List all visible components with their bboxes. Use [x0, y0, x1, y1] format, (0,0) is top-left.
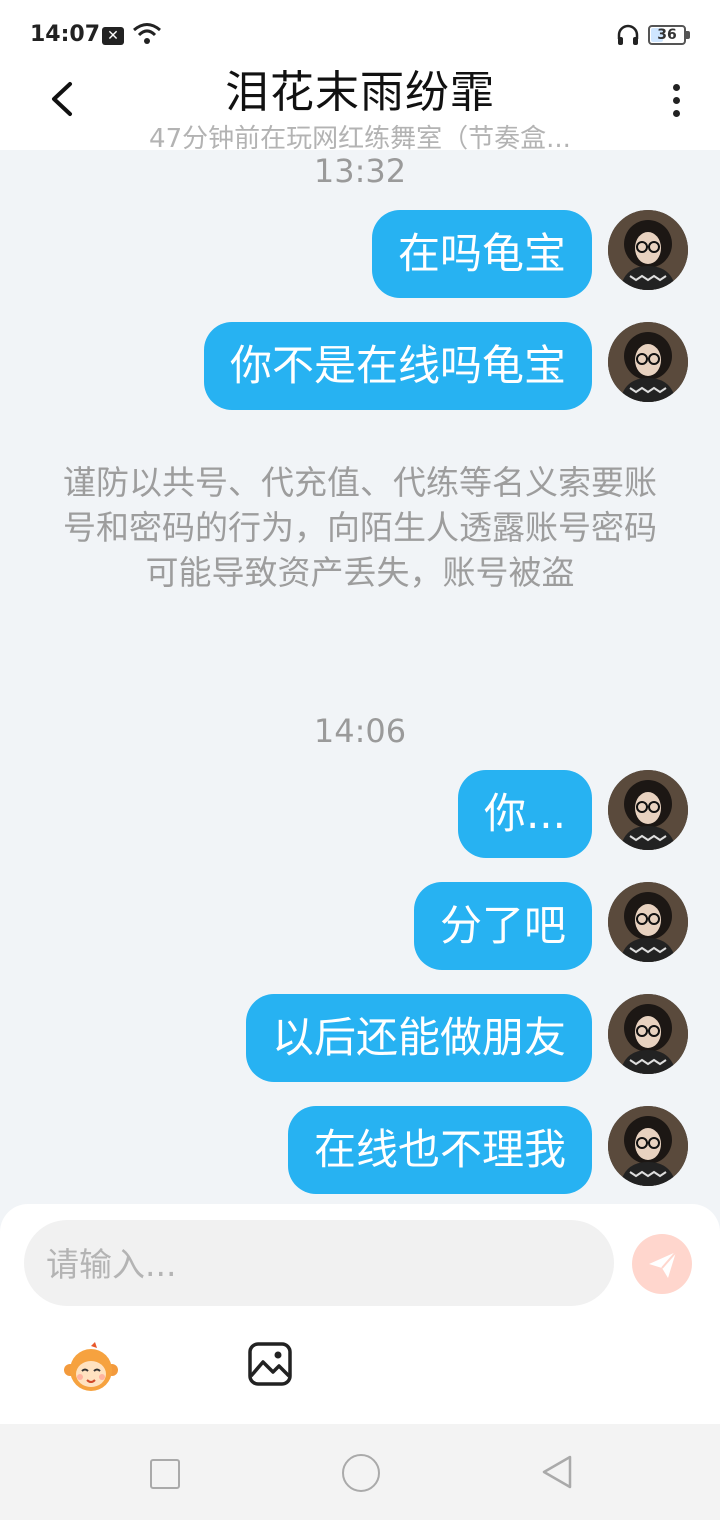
- avatar[interactable]: [608, 1106, 688, 1186]
- recent-apps-button[interactable]: [150, 1459, 180, 1489]
- avatar[interactable]: [608, 882, 688, 962]
- avatar-image: [608, 322, 688, 402]
- avatar-image: [608, 882, 688, 962]
- battery-tip: [686, 31, 690, 39]
- sent-message-bubble[interactable]: 在吗龟宝: [371, 210, 592, 298]
- image-icon: [248, 1342, 292, 1386]
- emoji-button[interactable]: [62, 1340, 120, 1398]
- system-nav-bar: [0, 1424, 720, 1520]
- sent-message-bubble[interactable]: 分了吧: [413, 882, 592, 970]
- avatar[interactable]: [608, 994, 688, 1074]
- message-timestamp: 14:06: [313, 712, 407, 750]
- battery-level: 36: [657, 27, 677, 43]
- page-title: 泪花末雨纷霏: [225, 67, 495, 118]
- avatar-image: [608, 210, 688, 290]
- composer: [0, 1204, 720, 1424]
- x-badge-icon: ✕: [102, 27, 124, 45]
- sent-message-bubble[interactable]: 你...: [457, 770, 592, 858]
- message-row: 以后还能做朋友: [0, 994, 720, 1082]
- status-time: 14:07: [30, 22, 101, 47]
- message-row: 你不是在线吗龟宝: [0, 322, 720, 410]
- image-button[interactable]: [246, 1340, 294, 1388]
- avatar[interactable]: [608, 322, 688, 402]
- avatar-image: [608, 994, 688, 1074]
- sent-message-bubble[interactable]: 在线也不理我: [287, 1106, 592, 1194]
- nav-back-icon[interactable]: [540, 1454, 574, 1490]
- send-button[interactable]: [632, 1234, 692, 1294]
- paper-plane-icon: [649, 1251, 677, 1278]
- message-input-container[interactable]: [24, 1220, 614, 1308]
- security-warning: 谨防以共号、代充值、代练等名义索要账号和密码的行为，向陌生人透露账号密码可能导致…: [63, 463, 657, 592]
- avatar-image: [608, 770, 688, 850]
- more-vertical-icon[interactable]: [660, 78, 692, 122]
- message-row: 在吗龟宝: [0, 210, 720, 298]
- emoji-icon: [64, 1342, 118, 1391]
- message-row: 你...: [0, 770, 720, 858]
- avatar[interactable]: [608, 210, 688, 290]
- message-row: 在线也不理我: [0, 1106, 720, 1194]
- avatar[interactable]: [608, 770, 688, 850]
- sent-message-bubble[interactable]: 你不是在线吗龟宝: [203, 322, 592, 410]
- message-input[interactable]: [44, 1220, 588, 1308]
- message-list[interactable]: 13:32 在吗龟宝 你不是在线吗龟宝 谨防以共号、代充值、代练等名义索要账号和…: [0, 150, 720, 1210]
- battery-icon: 36: [648, 25, 686, 45]
- headset-icon: [617, 24, 639, 45]
- message-timestamp: 13:32: [313, 152, 407, 190]
- message-row: 分了吧: [0, 882, 720, 970]
- chat-header: 泪花末雨纷霏 47分钟前在玩网红练舞室（节奏盒...: [0, 48, 720, 154]
- home-button[interactable]: [342, 1454, 380, 1492]
- wifi-icon: [133, 23, 161, 44]
- avatar-image: [608, 1106, 688, 1186]
- sent-message-bubble[interactable]: 以后还能做朋友: [245, 994, 592, 1082]
